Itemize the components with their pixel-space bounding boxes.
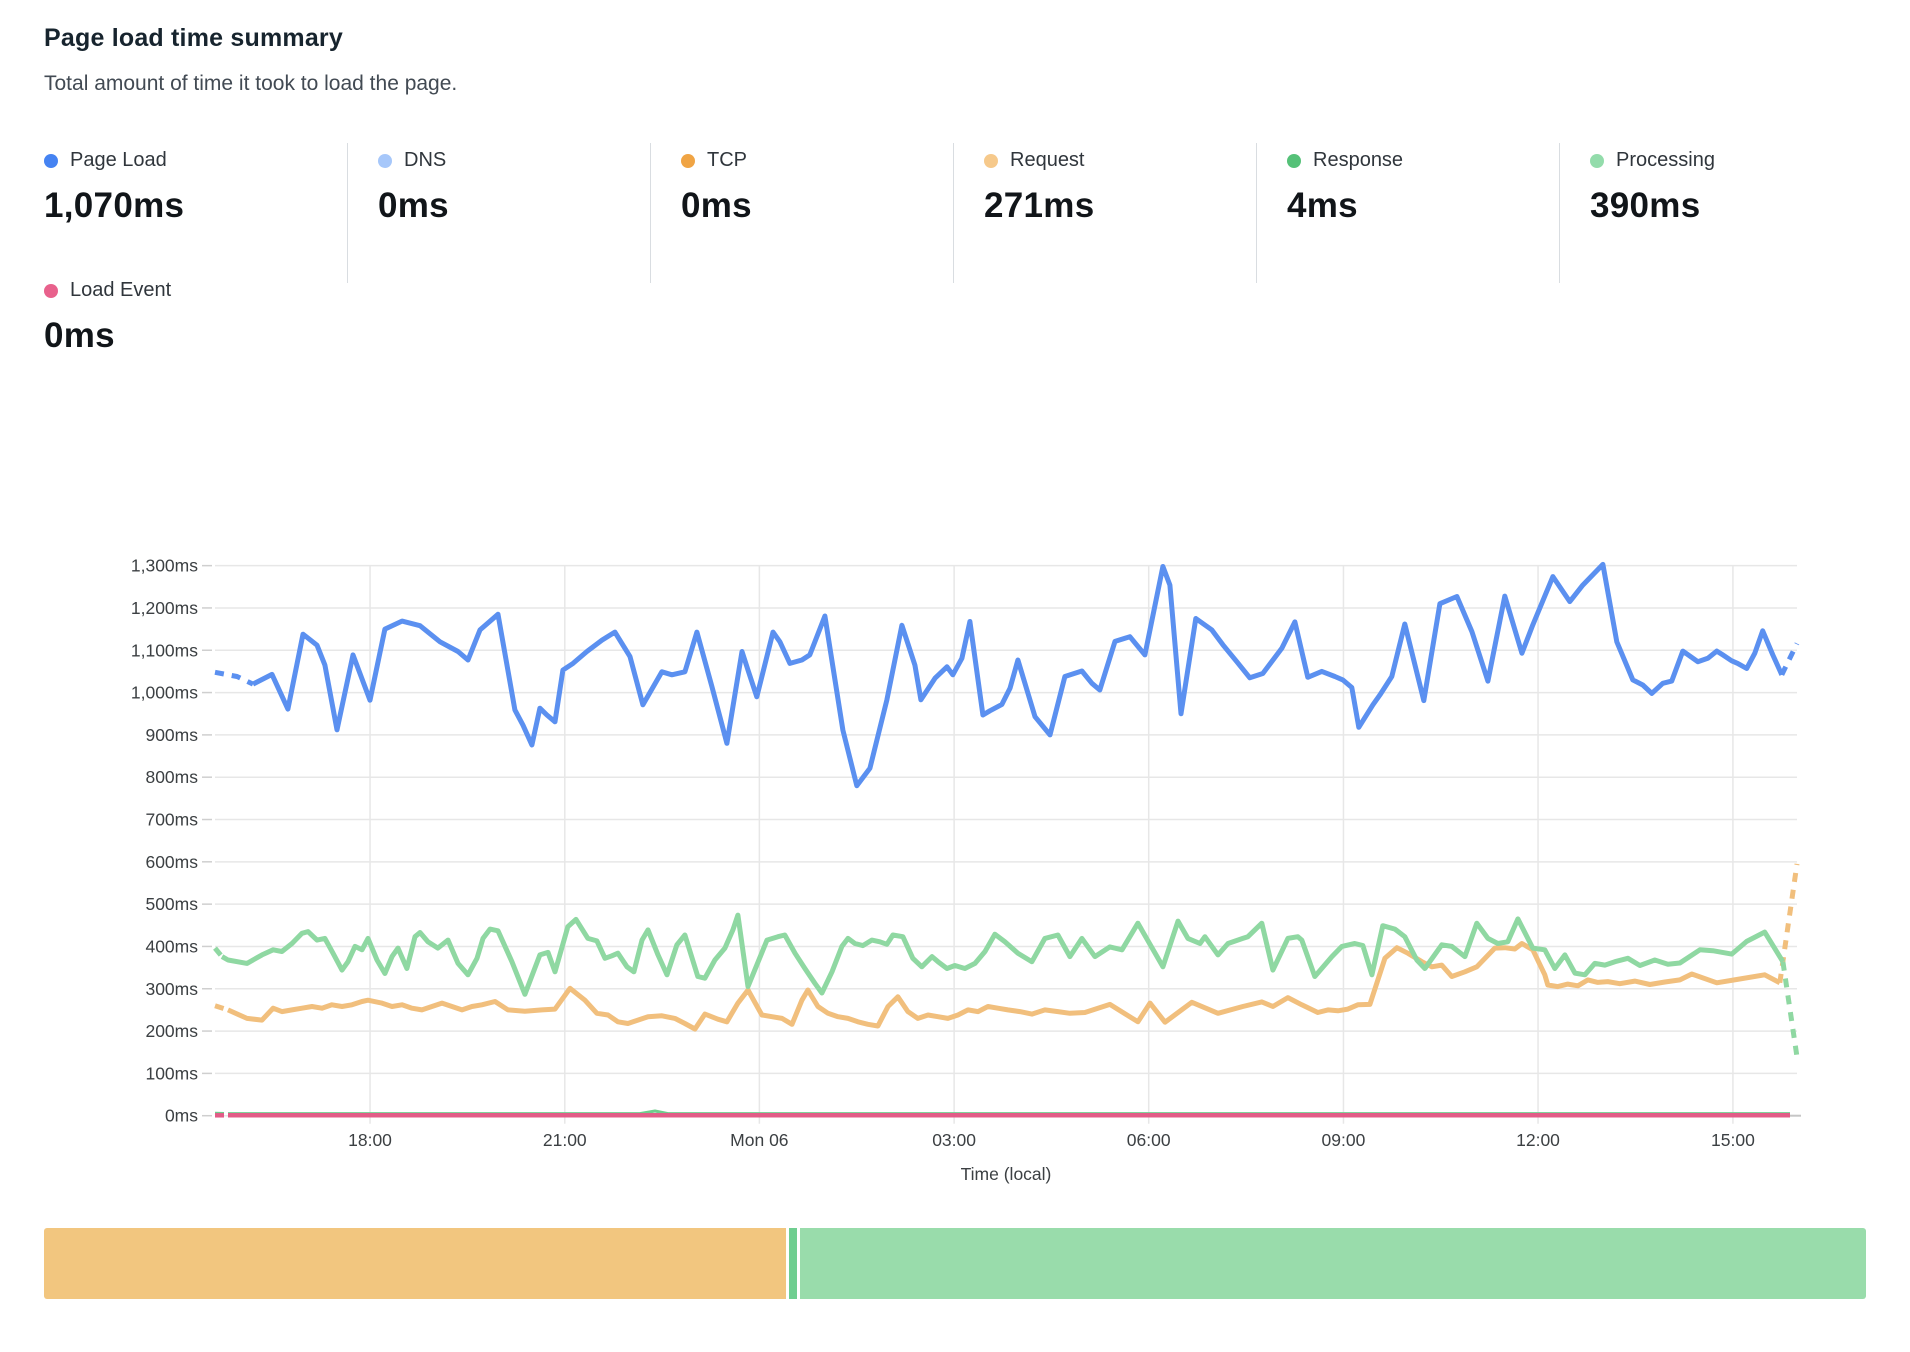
usage-bar-segment-response-share[interactable] [789, 1228, 797, 1299]
x-tick-label: 06:00 [1127, 1130, 1171, 1150]
y-tick-label: 1,300ms [131, 556, 198, 576]
y-tick-label: 1,000ms [131, 683, 198, 703]
y-tick-label: 1,100ms [131, 640, 198, 660]
usage-bar-segment-request-share[interactable] [44, 1228, 786, 1299]
y-tick-label: 1,200ms [131, 598, 198, 618]
y-tick-label: 800ms [145, 767, 198, 787]
series-processing-dashed [1783, 962, 1797, 1057]
y-tick-label: 400ms [145, 936, 198, 956]
usage-bar[interactable] [44, 1228, 1866, 1299]
usage-bar-segment-processing-share[interactable] [800, 1228, 1866, 1299]
series-page-load-dashed [1782, 644, 1797, 675]
x-tick-label: 15:00 [1711, 1130, 1755, 1150]
y-tick-label: 900ms [145, 725, 198, 745]
x-tick-label: Mon 06 [730, 1130, 788, 1150]
x-tick-label: 03:00 [932, 1130, 976, 1150]
y-tick-label: 600ms [145, 852, 198, 872]
y-tick-label: 200ms [145, 1021, 198, 1041]
x-tick-label: 12:00 [1516, 1130, 1560, 1150]
x-tick-label: 18:00 [348, 1130, 392, 1150]
y-tick-label: 300ms [145, 979, 198, 999]
x-axis-title: Time (local) [961, 1164, 1052, 1184]
series-page-load-dashed [215, 672, 253, 684]
series-page-load [253, 564, 1782, 785]
y-tick-label: 700ms [145, 810, 198, 830]
load-time-chart[interactable]: 0ms 100ms 200ms 300ms 400ms 500ms 600ms 700ms 80… [0, 0, 1910, 1352]
y-tick-label: 0ms [165, 1106, 198, 1126]
series-request-dashed [215, 1006, 228, 1010]
y-tick-label: 500ms [145, 894, 198, 914]
x-tick-label: 09:00 [1322, 1130, 1366, 1150]
y-tick-label: 100ms [145, 1063, 198, 1083]
series-processing-dashed [215, 948, 222, 957]
x-tick-label: 21:00 [543, 1130, 587, 1150]
